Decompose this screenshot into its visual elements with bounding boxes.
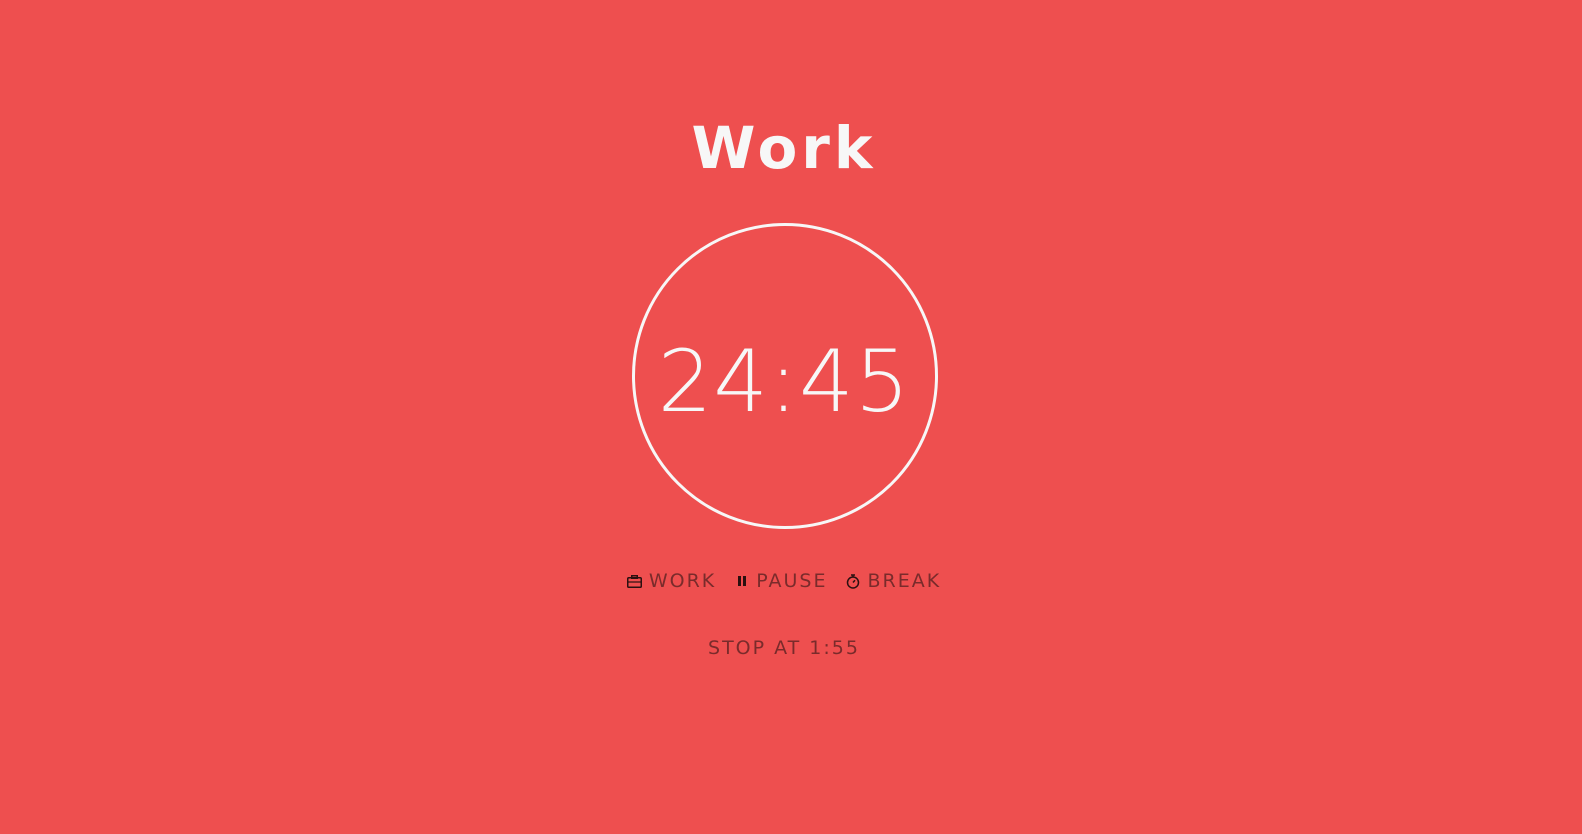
work-button[interactable]: WORK [627, 566, 716, 596]
pause-icon [734, 573, 750, 589]
mode-title: Work [691, 114, 877, 182]
briefcase-icon [627, 573, 643, 589]
pomodoro-app: Work 24:45 WORK PAUSE BREAK STOP AT 1:55 [0, 0, 1582, 834]
break-button[interactable]: BREAK [845, 566, 941, 596]
timer-display: 24:45 [657, 332, 911, 432]
stop-at-button[interactable]: STOP AT 1:55 [0, 633, 1568, 663]
break-label: BREAK [867, 570, 942, 592]
pause-label: PAUSE [756, 570, 828, 592]
work-label: WORK [648, 570, 717, 592]
pause-button[interactable]: PAUSE [734, 566, 827, 596]
stopwatch-icon [845, 573, 861, 589]
timer-controls: WORK PAUSE BREAK [0, 566, 1568, 596]
